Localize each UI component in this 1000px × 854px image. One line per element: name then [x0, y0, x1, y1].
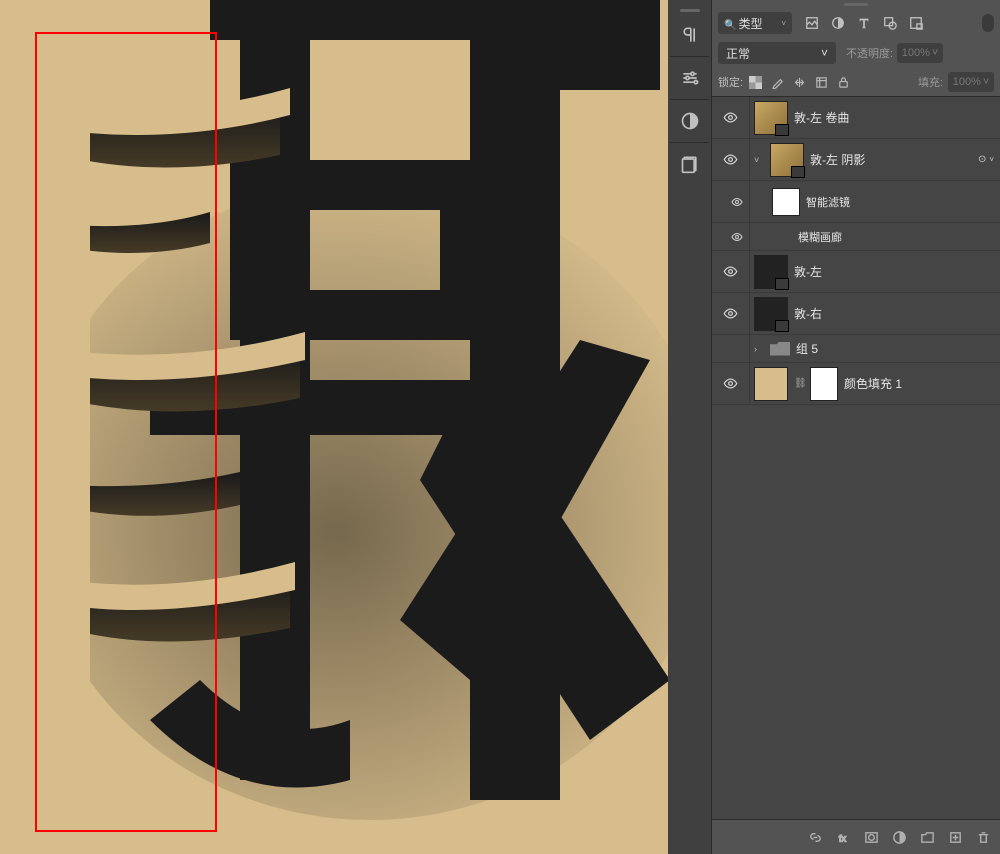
- lock-transparency-icon[interactable]: [748, 75, 762, 89]
- link-layers-icon[interactable]: [806, 828, 824, 846]
- collapsed-panel-strip: [668, 0, 712, 854]
- filter-item-name[interactable]: 模糊画廊: [798, 229, 842, 245]
- adjustments-panel-icon[interactable]: [671, 61, 709, 95]
- layer-thumbnail[interactable]: [754, 101, 788, 135]
- layer-row-filter-item[interactable]: 模糊画廊: [712, 223, 1000, 251]
- filter-type-dropdown[interactable]: 🔍类型 ˅: [718, 12, 792, 34]
- smart-filters-label[interactable]: 智能滤镜: [806, 194, 850, 210]
- lock-fill-row: 锁定: 填充: 100%˅: [712, 68, 1000, 96]
- layer-name[interactable]: 敦-左: [794, 263, 822, 280]
- layer-row-smartfilter[interactable]: 智能滤镜: [712, 181, 1000, 223]
- visibility-toggle[interactable]: [712, 181, 750, 222]
- filter-label: 类型: [738, 17, 762, 31]
- filter-smartobject-icon[interactable]: [908, 15, 924, 31]
- link-icon[interactable]: ⛓: [794, 378, 804, 389]
- visibility-toggle[interactable]: [712, 97, 750, 138]
- blend-mode-dropdown[interactable]: 正常 ˅: [718, 42, 836, 64]
- filter-adjustment-icon[interactable]: [830, 15, 846, 31]
- svg-text:fx: fx: [838, 833, 846, 843]
- layer-name[interactable]: 颜色填充 1: [844, 375, 902, 392]
- panel-grip[interactable]: [668, 6, 711, 14]
- visibility-toggle[interactable]: [712, 293, 750, 334]
- search-icon: 🔍: [724, 20, 736, 31]
- layer-row[interactable]: 敦-右: [712, 293, 1000, 335]
- folder-icon: [770, 342, 790, 356]
- layers-panel: 🔍类型 ˅ 正常 ˅ 不透明度: 100%˅ 锁定:: [712, 0, 1000, 854]
- layers-panel-footer: fx: [712, 820, 1000, 854]
- opacity-label: 不透明度:: [846, 45, 893, 61]
- blend-mode-value: 正常: [726, 45, 750, 62]
- layer-name[interactable]: 组 5: [796, 340, 818, 357]
- delete-layer-icon[interactable]: [974, 828, 992, 846]
- visibility-toggle[interactable]: [712, 223, 750, 250]
- paragraph-panel-icon[interactable]: [671, 18, 709, 52]
- layer-thumbnail[interactable]: [754, 255, 788, 289]
- document-area[interactable]: [0, 0, 668, 854]
- visibility-toggle[interactable]: [712, 139, 750, 180]
- new-layer-icon[interactable]: [946, 828, 964, 846]
- layer-thumbnail[interactable]: [754, 297, 788, 331]
- fill-label: 填充:: [918, 74, 943, 90]
- opacity-value-field[interactable]: 100%˅: [897, 43, 943, 63]
- filter-type-icon[interactable]: [856, 15, 872, 31]
- layer-row-group[interactable]: › 组 5: [712, 335, 1000, 363]
- layer-mask-icon[interactable]: [862, 828, 880, 846]
- layer-name[interactable]: 敦-左 卷曲: [794, 109, 849, 126]
- layer-thumbnail[interactable]: [770, 143, 804, 177]
- filter-toggle-switch[interactable]: [982, 14, 994, 32]
- effects-badge[interactable]: ⊙˅: [978, 154, 994, 165]
- layer-style-icon[interactable]: fx: [834, 828, 852, 846]
- lock-label: 锁定:: [718, 74, 743, 90]
- mask-thumbnail[interactable]: [810, 367, 838, 401]
- adjustment-layer-icon[interactable]: [890, 828, 908, 846]
- new-group-icon[interactable]: [918, 828, 936, 846]
- lock-pixels-icon[interactable]: [770, 75, 784, 89]
- filter-pixel-icon[interactable]: [804, 15, 820, 31]
- layer-name[interactable]: 敦-左 阴影: [810, 151, 865, 168]
- chevron-down-icon: ˅: [781, 19, 786, 28]
- chevron-down-icon: ˅: [821, 46, 828, 60]
- expand-toggle[interactable]: ›: [754, 344, 764, 354]
- expand-toggle[interactable]: ˅: [754, 155, 764, 165]
- lock-all-icon[interactable]: [836, 75, 850, 89]
- fill-thumbnail[interactable]: [754, 367, 788, 401]
- panels-column: 🔍类型 ˅ 正常 ˅ 不透明度: 100%˅ 锁定:: [668, 0, 1000, 854]
- contrast-panel-icon[interactable]: [671, 104, 709, 138]
- layer-row-fill[interactable]: ⛓ 颜色填充 1: [712, 363, 1000, 405]
- layer-list: 敦-左 卷曲 ˅ 敦-左 阴影 ⊙˅ 智能滤镜: [712, 96, 1000, 820]
- layer-row[interactable]: 敦-左 卷曲: [712, 97, 1000, 139]
- layer-row[interactable]: 敦-左: [712, 251, 1000, 293]
- visibility-toggle[interactable]: [712, 335, 750, 362]
- layer-name[interactable]: 敦-右: [794, 305, 822, 322]
- visibility-toggle[interactable]: [712, 251, 750, 292]
- canvas[interactable]: [0, 0, 668, 854]
- filter-shape-icon[interactable]: [882, 15, 898, 31]
- lock-position-icon[interactable]: [792, 75, 806, 89]
- lock-artboard-icon[interactable]: [814, 75, 828, 89]
- visibility-toggle[interactable]: [712, 363, 750, 404]
- fill-value-field[interactable]: 100%˅: [948, 72, 994, 92]
- layer-row[interactable]: ˅ 敦-左 阴影 ⊙˅: [712, 139, 1000, 181]
- libraries-panel-icon[interactable]: [671, 147, 709, 181]
- panel-grip[interactable]: [712, 0, 1000, 8]
- layers-filter-row: 🔍类型 ˅: [712, 8, 1000, 38]
- selection-marquee[interactable]: [35, 32, 217, 832]
- blend-opacity-row: 正常 ˅ 不透明度: 100%˅: [712, 38, 1000, 68]
- filter-mask-thumbnail[interactable]: [772, 188, 800, 216]
